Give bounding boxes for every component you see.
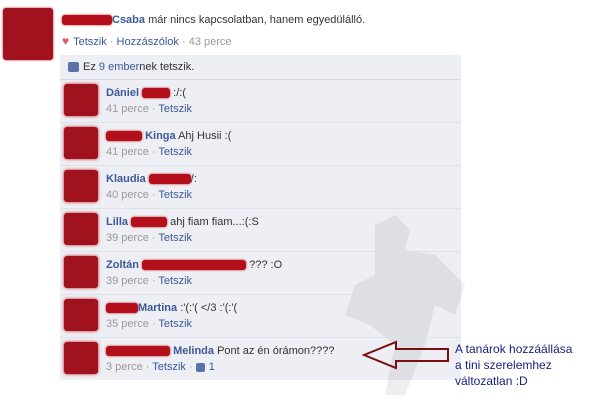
comment-item: Zoltán ??? :O 39 perce · Tetszik bbox=[60, 252, 461, 295]
commenter-name[interactable]: Klaudia bbox=[106, 173, 146, 185]
comment-item: Martina :'(:'( </3 :'(:'( 35 perce · Tet… bbox=[60, 295, 461, 338]
likes-summary: Ez 9 embernek tetszik. bbox=[60, 55, 461, 80]
commenter-avatar-redacted[interactable] bbox=[64, 213, 98, 245]
likes-prefix: Ez bbox=[83, 61, 99, 73]
commenter-avatar-redacted[interactable] bbox=[64, 84, 98, 116]
name-redaction bbox=[62, 15, 112, 26]
post-header: Csaba már nincs kapcsolatban, hanem egye… bbox=[62, 14, 365, 26]
comment-like-count[interactable]: 1 bbox=[209, 361, 215, 373]
comment-time[interactable]: 39 perce bbox=[106, 232, 149, 244]
thumbs-up-icon bbox=[68, 62, 79, 73]
name-redaction bbox=[106, 131, 142, 142]
commenter-avatar-redacted[interactable] bbox=[64, 256, 98, 288]
commenter-name[interactable]: Melinda bbox=[173, 345, 214, 357]
commenter-name[interactable]: Martina bbox=[138, 302, 177, 314]
commenter-avatar-redacted[interactable] bbox=[64, 342, 98, 374]
comment-text: Pont az én órámon???? bbox=[217, 345, 335, 357]
comment-text: :/:( bbox=[173, 87, 186, 99]
comment-text: ??? :O bbox=[249, 259, 283, 271]
annotation-line: A tanárok hozzáállása bbox=[455, 342, 573, 356]
name-redaction bbox=[106, 303, 138, 314]
comment-item: Klaudia /: 40 perce · Tetszik bbox=[60, 166, 461, 209]
separator: · bbox=[181, 36, 189, 48]
name-redaction bbox=[106, 346, 170, 357]
comment-text: /: bbox=[190, 173, 197, 185]
commenter-name[interactable]: Kinga bbox=[145, 130, 176, 142]
name-redaction bbox=[142, 260, 247, 271]
comment-text: :'(:'( </3 :'(:'( bbox=[180, 302, 238, 314]
comment-time[interactable]: 3 perce bbox=[106, 361, 143, 373]
commenter-name[interactable]: Lilla bbox=[106, 216, 128, 228]
comments-panel: Ez 9 embernek tetszik. Dániel :/:( 41 pe… bbox=[60, 55, 465, 395]
annotation-line: a tini szerelemhez bbox=[455, 358, 552, 372]
separator: · bbox=[109, 36, 117, 48]
left-arrow-icon bbox=[362, 340, 449, 370]
comment-like-link[interactable]: Tetszik bbox=[158, 189, 192, 201]
comment-text: ahj fiam fiam...:(:S bbox=[170, 216, 259, 228]
comment-like-link[interactable]: Tetszik bbox=[152, 361, 186, 373]
comment-like-link[interactable]: Tetszik bbox=[158, 103, 192, 115]
comment-item: Kinga Ahj Husii :( 41 perce · Tetszik bbox=[60, 123, 461, 166]
comment-like-link[interactable]: Tetszik bbox=[158, 146, 192, 158]
comment-time[interactable]: 39 perce bbox=[106, 275, 149, 287]
annotation-line: változatlan :D bbox=[455, 374, 528, 388]
comment-time[interactable]: 41 perce bbox=[106, 103, 149, 115]
post-status-text: már nincs kapcsolatban, hanem egyedüláll… bbox=[148, 14, 366, 26]
comment-like-link[interactable]: Tetszik bbox=[158, 318, 192, 330]
comment-time[interactable]: 41 perce bbox=[106, 146, 149, 158]
comment-time[interactable]: 35 perce bbox=[106, 318, 149, 330]
thumbs-up-icon bbox=[195, 362, 205, 372]
comment-like-link[interactable]: Tetszik bbox=[158, 275, 192, 287]
likes-count-link[interactable]: 9 ember bbox=[99, 61, 139, 73]
commenter-name[interactable]: Dániel bbox=[106, 87, 139, 99]
comment-like-link[interactable]: Tetszik bbox=[158, 232, 192, 244]
commenter-name[interactable]: Zoltán bbox=[106, 259, 139, 271]
post-author-name[interactable]: Csaba bbox=[112, 14, 145, 26]
name-redaction bbox=[131, 217, 168, 228]
comment-time[interactable]: 40 perce bbox=[106, 189, 149, 201]
comment-item: Lilla ahj fiam fiam...:(:S 39 perce · Te… bbox=[60, 209, 461, 252]
commenter-avatar-redacted[interactable] bbox=[64, 127, 98, 159]
post-avatar-redacted[interactable] bbox=[3, 8, 53, 60]
status-post: Csaba már nincs kapcsolatban, hanem egye… bbox=[0, 0, 600, 60]
comment-text: Ahj Husii :( bbox=[178, 130, 232, 142]
comment-link[interactable]: Hozzászólok bbox=[117, 36, 179, 48]
likes-suffix: nek tetszik. bbox=[139, 61, 195, 73]
like-link[interactable]: Tetszik bbox=[73, 36, 107, 48]
post-timestamp[interactable]: 43 perce bbox=[189, 36, 232, 48]
name-redaction bbox=[148, 174, 191, 185]
comment-item: Dániel :/:( 41 perce · Tetszik bbox=[60, 80, 461, 123]
commenter-avatar-redacted[interactable] bbox=[64, 299, 98, 331]
post-actions: ♥ Tetszik · Hozzászólok · 43 perce bbox=[62, 34, 232, 48]
heart-icon: ♥ bbox=[62, 34, 70, 48]
name-redaction bbox=[142, 88, 171, 99]
commenter-avatar-redacted[interactable] bbox=[64, 170, 98, 202]
annotation-text: A tanárok hozzáállása a tini szerelemhez… bbox=[455, 341, 572, 389]
